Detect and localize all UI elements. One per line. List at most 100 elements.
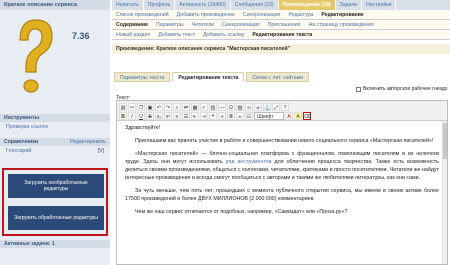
question-mark-thumbnail [19, 19, 53, 93]
active-tasks-section: Активные задачи: 1 [0, 240, 110, 248]
etab-text-edit[interactable]: Редактирование текста [172, 72, 245, 82]
left-panel: Краткое описание сервиса 7.36 Инструмент… [0, 0, 110, 265]
anchor-icon[interactable]: ⚓ [263, 103, 271, 111]
outdent-icon[interactable]: ⇤ [191, 112, 199, 120]
find-icon[interactable]: ⌕ [173, 103, 181, 111]
table-icon[interactable]: ▥ [209, 103, 217, 111]
tab-tasks[interactable]: Задачи [336, 0, 363, 10]
glossary-link[interactable]: Глоссарий [6, 148, 31, 154]
text-color-icon[interactable]: A [285, 112, 293, 120]
content-subtabs: Новый раздел Добавить текст Добавить ссы… [112, 30, 450, 40]
paragraph-3: «Мастерская писателей» — блочно-социальн… [125, 150, 439, 181]
references-section: Справочники Редактировать Глоссарий [V] [0, 138, 110, 156]
autosave-checkbox[interactable] [356, 86, 361, 92]
cut-icon[interactable]: ✂ [128, 103, 136, 111]
subtab-new-section[interactable]: Новый раздел [112, 30, 154, 39]
align-center-icon[interactable]: ≣ [227, 112, 235, 120]
references-title: Справочники [4, 139, 39, 145]
tab-write[interactable]: Написать [112, 0, 144, 10]
subtab-add-link[interactable]: Добавить ссылку [199, 30, 248, 39]
bg-color-icon[interactable]: A [294, 112, 302, 120]
top-tabs: Написать Профиль Активность (16460) Сооб… [112, 0, 450, 10]
upload-box: Загрузить необработанные редактуры Загру… [2, 168, 108, 236]
works-subtabs: Список произведений Добавить произведени… [112, 10, 450, 20]
editor-scrollbar[interactable] [442, 121, 447, 264]
paragraph-1: Здравствуйте! [125, 125, 161, 131]
hr-icon[interactable]: ― [218, 103, 226, 111]
subtab-sync[interactable]: Синхронизация [239, 10, 285, 19]
link-icon[interactable]: ∞ [245, 103, 253, 111]
active-tasks-title: Активные задачи: 1 [0, 240, 110, 248]
upload-processed-button[interactable]: Загрузить обработанные редактуры [8, 206, 104, 230]
undo-icon[interactable]: ↶ [155, 103, 163, 111]
indent-icon[interactable]: ⇥ [200, 112, 208, 120]
subscript-icon[interactable]: x₂ [155, 112, 163, 120]
subtab-params[interactable]: Параметры [152, 20, 188, 29]
subtab-works-list[interactable]: Список произведений [112, 10, 173, 19]
glossary-count: [V] [97, 148, 104, 154]
tab-settings[interactable]: Настройки [362, 0, 397, 10]
numbered-list-icon[interactable]: ≡ [173, 112, 181, 120]
help-icon[interactable]: ? [281, 103, 289, 111]
select-all-icon[interactable]: ▦ [191, 103, 199, 111]
paragraph-4: За чуть меньше, чем пять лет, прошедших … [125, 187, 439, 202]
upload-raw-button[interactable]: Загрузить необработанные редактуры [8, 174, 104, 198]
spellcheck-icon[interactable]: ✓ [200, 103, 208, 111]
check-links-link[interactable]: Проверка ссылок [6, 124, 48, 130]
subtab-add-work[interactable]: Добавить произведение [173, 10, 239, 19]
redo-icon[interactable]: ↷ [164, 103, 172, 111]
paste-icon[interactable]: ▣ [146, 103, 154, 111]
copy-icon[interactable]: ❐ [137, 103, 145, 111]
superscript-icon[interactable]: x² [164, 112, 172, 120]
editing-subtabs: Содержание Параметры Читатели Синхрониза… [112, 20, 450, 30]
subtab-editorial[interactable]: Редактура [284, 10, 317, 19]
editor-tabs: Параметры текста Редактирование текста С… [114, 72, 311, 82]
italic-icon[interactable]: I [128, 112, 136, 120]
tab-works[interactable]: Произведения (15) [278, 0, 336, 10]
clear-format-icon[interactable]: ⌫ [303, 112, 311, 120]
subtab-edit-text[interactable]: Редактирование текста [248, 30, 316, 39]
project-title: Краткое описание сервиса [0, 0, 110, 10]
quote-icon[interactable]: ❝ [209, 112, 217, 120]
subtab-editing[interactable]: Редактирование [317, 10, 367, 19]
subtab-invitations[interactable]: Приглашения [264, 20, 305, 29]
scrollbar-thumb[interactable] [443, 123, 447, 159]
paragraph-2: Приглашаем вас принять участие в работе … [135, 137, 434, 144]
editor-content[interactable]: Здравствуйте! Приглашаем вас принять уча… [117, 121, 447, 225]
references-edit-link[interactable]: Редактировать [70, 139, 106, 145]
tools-title: Инструменты [0, 114, 110, 122]
align-left-icon[interactable]: ⫷ [218, 112, 226, 120]
etab-lit-sites[interactable]: Связи с лит. сайтами [246, 72, 310, 82]
subtab-contents[interactable]: Содержание [112, 20, 152, 29]
text-editor[interactable]: ▤ ✂ ❐ ▣ ↶ ↷ ⌕ ⇄ ▦ ✓ ▥ ― Ω ▨ ∞ ⌀ ⚓ ⤢ ? B … [116, 100, 448, 265]
editor-toolbar: ▤ ✂ ❐ ▣ ↶ ↷ ⌕ ⇄ ▦ ✓ ▥ ― Ω ▨ ∞ ⌀ ⚓ ⤢ ? B … [117, 101, 447, 121]
bullet-list-icon[interactable]: ☰ [182, 112, 190, 120]
underline-icon[interactable]: U [137, 112, 145, 120]
bold-icon[interactable]: B [119, 112, 127, 120]
replace-icon[interactable]: ⇄ [182, 103, 190, 111]
breadcrumb: Произведение: Краткое описание сервиса "… [112, 44, 450, 54]
tools-link[interactable]: ряд инструментов [226, 159, 272, 165]
tab-activity[interactable]: Активность (16460) [175, 0, 231, 10]
font-select[interactable]: Шрифт [254, 112, 284, 120]
autosave-label: Включить авторское рабочее гнездо [363, 86, 448, 92]
align-right-icon[interactable]: ⫸ [236, 112, 244, 120]
tools-section: Инструменты Проверка ссылок [0, 114, 110, 132]
image-icon[interactable]: ▨ [236, 103, 244, 111]
justify-icon[interactable]: ☷ [245, 112, 253, 120]
unlink-icon[interactable]: ⌀ [254, 103, 262, 111]
special-char-icon[interactable]: Ω [227, 103, 235, 111]
strike-icon[interactable]: S [146, 112, 154, 120]
tab-messages[interactable]: Сообщения (23) [231, 0, 279, 10]
rating-value: 7.36 [72, 31, 90, 41]
source-icon[interactable]: ▤ [119, 103, 127, 111]
tab-profile[interactable]: Профиль [144, 0, 176, 10]
subtab-add-text[interactable]: Добавить текст [154, 30, 199, 39]
autosave-option[interactable]: Включить авторское рабочее гнездо [356, 86, 447, 92]
maximize-icon[interactable]: ⤢ [272, 103, 280, 111]
subtab-sync2[interactable]: Синхронизация [218, 20, 264, 29]
etab-text-params[interactable]: Параметры текста [114, 72, 171, 82]
subtab-readers[interactable]: Читатели [188, 20, 218, 29]
subtab-work-page[interactable]: На страницу произведения [304, 20, 377, 29]
paragraph-5: Чем же наш сервис отличается от подобных… [135, 208, 348, 215]
